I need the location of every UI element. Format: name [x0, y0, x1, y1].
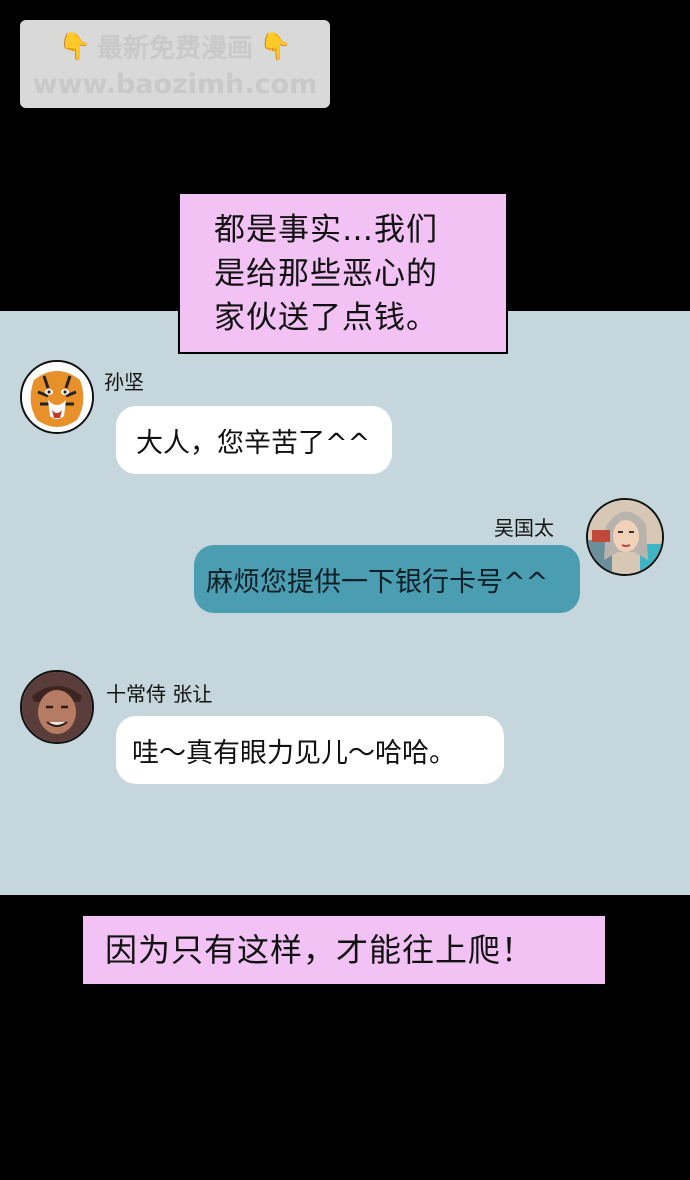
avatar-sunjian [20, 360, 94, 434]
caption-line: 是给那些恶心的 [214, 256, 438, 292]
avatar-zhangrang [20, 670, 94, 744]
pointing-down-hand-icon: 👇 [259, 31, 292, 62]
caption-line: 家伙送了点钱。 [214, 300, 438, 336]
tiger-icon [22, 362, 92, 432]
caption-box-top: 都是事实…我们 是给那些恶心的 家伙送了点钱。 [178, 192, 508, 354]
watermark-title-row: 👇 最新免费漫画 👇 [59, 28, 292, 65]
watermark-title: 最新免费漫画 [96, 34, 253, 64]
watermark-banner: 👇 最新免费漫画 👇 www.baozimh.com [20, 20, 330, 108]
woman-portrait-icon [588, 500, 662, 574]
message-bubble-zhangrang: 哇～真有眼力见儿～哈哈。 [116, 716, 504, 784]
caption-line: 都是事实…我们 [214, 212, 438, 248]
caption-box-bottom: 因为只有这样，才能往上爬！ [83, 916, 605, 984]
watermark-url: www.baozimh.com [32, 69, 318, 100]
sender-name-zhangrang: 十常侍 张让 [106, 682, 213, 706]
sender-name-wuguotai: 吴国太 [494, 516, 554, 540]
pointing-down-hand-icon: 👇 [58, 31, 91, 62]
message-bubble-wuguotai: 麻烦您提供一下银行卡号^^ [194, 545, 580, 613]
sender-name-sunjian: 孙坚 [104, 370, 144, 394]
avatar-wuguotai [586, 498, 664, 576]
man-portrait-icon [22, 672, 92, 742]
message-bubble-sunjian: 大人，您辛苦了^^ [116, 406, 392, 474]
